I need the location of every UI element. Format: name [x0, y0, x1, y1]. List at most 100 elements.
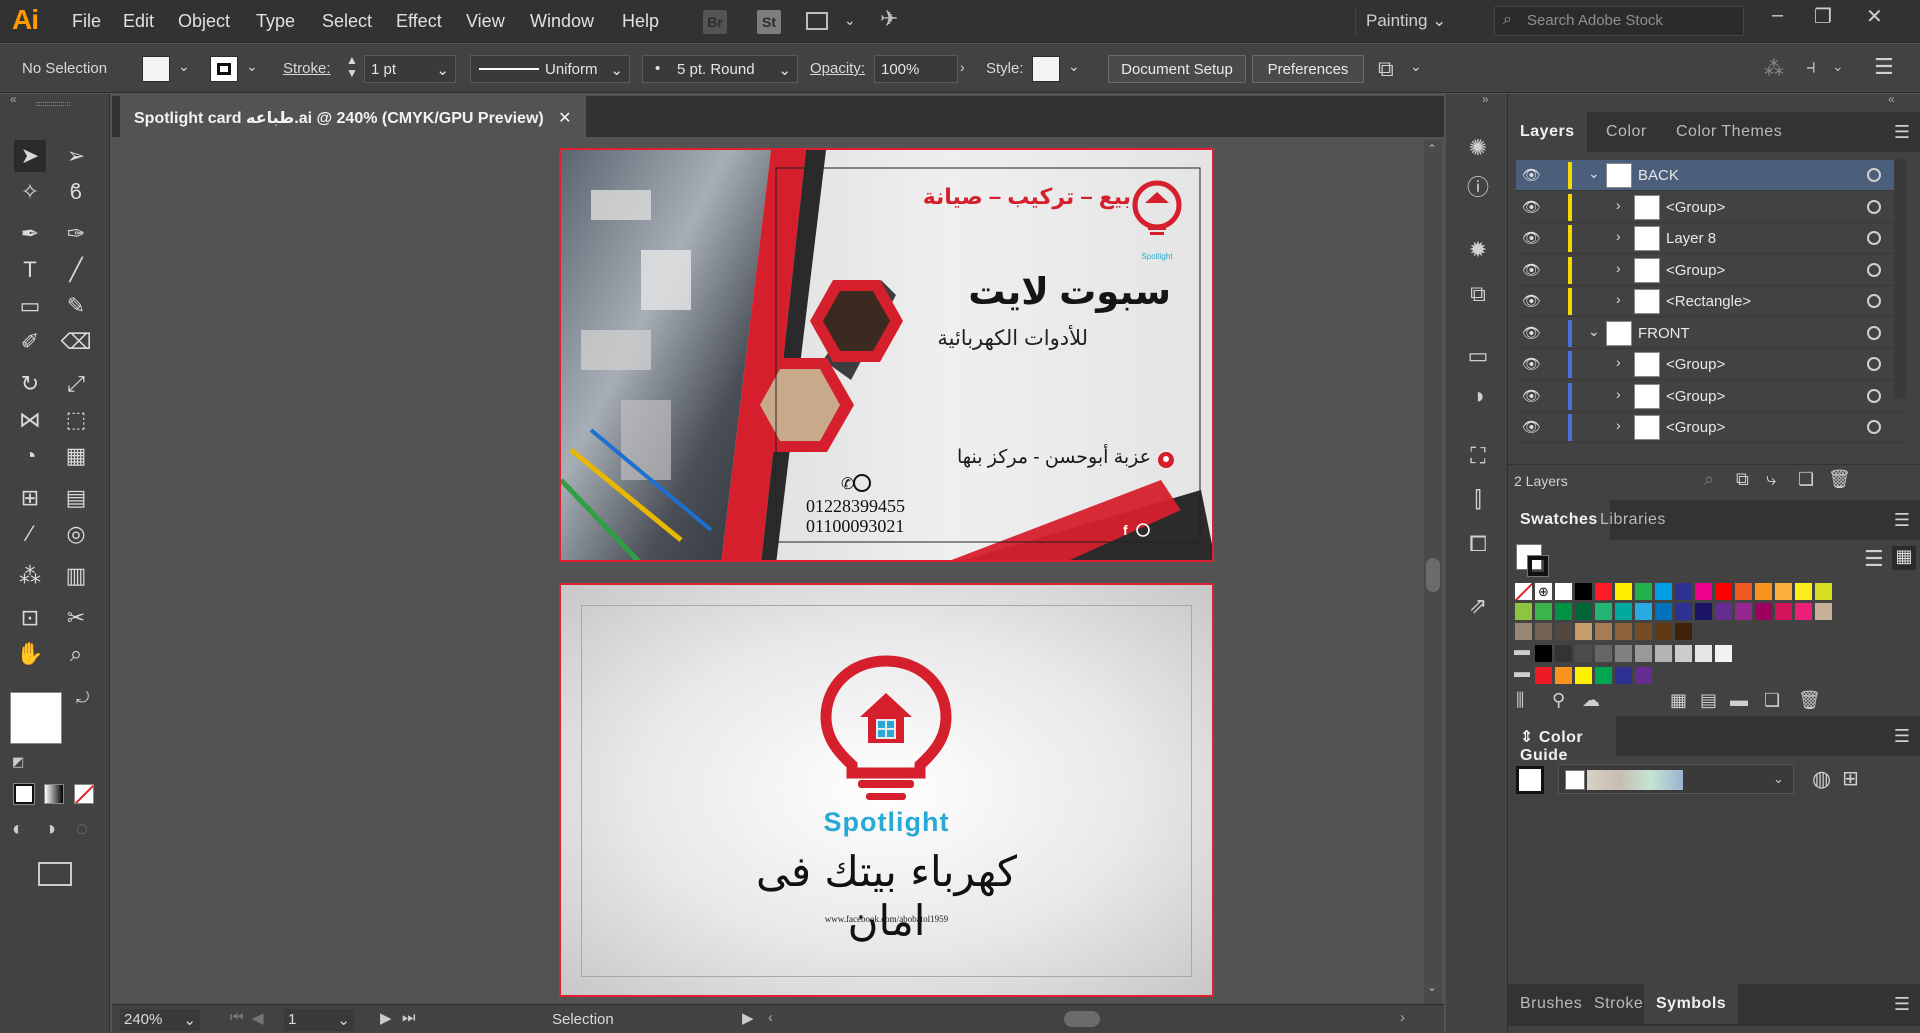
hscroll-thumb[interactable] — [1064, 1011, 1100, 1027]
collapse-panels-icon[interactable]: » — [1482, 92, 1489, 106]
harmony-rules-dropdown[interactable]: ⌄ — [1558, 764, 1794, 794]
delete-layer-icon[interactable]: 🗑 — [1828, 469, 1851, 490]
chevron-down-icon[interactable]: ⌄ — [1588, 165, 1600, 182]
scroll-thumb[interactable] — [1426, 558, 1440, 592]
swatch-libraries-icon[interactable]: ⫼ — [1516, 690, 1524, 711]
color-swatch[interactable] — [1574, 622, 1593, 641]
hand-tool-icon[interactable]: ✋ — [14, 638, 46, 670]
hscroll-left-icon[interactable]: ‹ — [768, 1009, 773, 1026]
list-view-icon[interactable]: ☰ — [1864, 546, 1884, 572]
width-tool-icon[interactable]: ⋈ — [14, 404, 46, 436]
target-circle-icon[interactable] — [1867, 294, 1881, 308]
color-swatch[interactable] — [1814, 582, 1833, 601]
color-swatch[interactable] — [1774, 602, 1793, 621]
opacity-arrow-icon[interactable]: › — [960, 59, 965, 75]
chevron-right-icon[interactable]: › — [1616, 354, 1621, 370]
color-swatch[interactable] — [1774, 582, 1793, 601]
color-swatch[interactable] — [1534, 644, 1553, 663]
color-swatch[interactable] — [1754, 582, 1773, 601]
brushes-icon[interactable]: ✹ — [1464, 236, 1492, 264]
delete-swatch-icon[interactable]: 🗑 — [1798, 690, 1821, 711]
transform-panel-icon[interactable]: ⛶ — [1464, 442, 1492, 470]
symbol-sprayer-tool-icon[interactable]: ⁂ — [14, 560, 46, 592]
color-swatch[interactable] — [1634, 602, 1653, 621]
none-mode-icon[interactable] — [74, 784, 94, 804]
menu-view[interactable]: View — [466, 11, 505, 32]
stroke-label[interactable]: Stroke: — [283, 60, 331, 77]
tab-layers[interactable]: Layers — [1508, 112, 1587, 152]
swap-colors-icon[interactable]: ⤾ — [76, 690, 89, 708]
swatches-menu-icon[interactable]: ☰ — [1894, 510, 1910, 531]
color-swatch[interactable] — [1674, 602, 1693, 621]
color-swatch[interactable] — [1694, 602, 1713, 621]
pathfinder-icon[interactable]: ⧠ — [1464, 530, 1492, 558]
layers-scrollbar[interactable] — [1894, 158, 1906, 398]
color-swatch[interactable] — [1554, 666, 1573, 685]
visibility-eye-icon[interactable]: 👁 — [1522, 261, 1541, 279]
cloud-icon[interactable]: ☁ — [1582, 690, 1600, 711]
close-window-icon[interactable]: ✕ — [1866, 4, 1883, 29]
tab-libraries[interactable]: Libraries — [1588, 500, 1678, 540]
layer-row[interactable]: 👁 › <Group> — [1516, 192, 1906, 223]
bridge-button[interactable]: Br — [703, 10, 727, 34]
layer-row[interactable]: 👁 ⌄ BACK — [1516, 160, 1906, 191]
new-swatch-icon[interactable]: ❏ — [1764, 690, 1780, 711]
transform-chevron-icon[interactable]: ⌄ — [1410, 58, 1422, 75]
column-graph-tool-icon[interactable]: ▥ — [60, 560, 92, 592]
color-swatch[interactable] — [1734, 582, 1753, 601]
mesh-tool-icon[interactable]: ⊞ — [14, 482, 46, 514]
menu-effect[interactable]: Effect — [396, 11, 442, 32]
document-setup-button[interactable]: Document Setup — [1108, 55, 1246, 83]
color-swatch[interactable] — [1614, 622, 1633, 641]
draw-inside-icon[interactable]: ◌ — [76, 818, 88, 841]
target-circle-icon[interactable] — [1867, 199, 1881, 214]
color-swatch[interactable] — [1574, 666, 1593, 685]
menu-select[interactable]: Select — [322, 11, 372, 32]
layer-row[interactable]: 👁 › <Rectangle> — [1516, 286, 1906, 317]
target-circle-icon[interactable] — [1867, 168, 1881, 182]
color-swatch[interactable] — [1574, 644, 1593, 663]
visibility-eye-icon[interactable]: 👁 — [1522, 229, 1541, 247]
color-swatch[interactable] — [1634, 622, 1653, 641]
info-icon[interactable]: ⓘ — [1464, 174, 1492, 202]
magic-wand-tool-icon[interactable]: ✧ — [14, 176, 46, 208]
preferences-button[interactable]: Preferences — [1252, 55, 1364, 83]
stroke-weight-field[interactable]: 1 pt ⌄ — [364, 55, 456, 83]
first-artboard-icon[interactable]: ⏮ — [230, 1009, 244, 1026]
gradient-icon[interactable]: ▭ — [1464, 342, 1492, 370]
visibility-eye-icon[interactable]: 👁 — [1522, 355, 1541, 373]
type-tool-icon[interactable]: T — [14, 254, 46, 286]
chevron-down-icon[interactable]: ⌄ — [1588, 323, 1600, 340]
menu-object[interactable]: Object — [178, 11, 230, 32]
color-swatch[interactable] — [1594, 582, 1613, 601]
minimize-icon[interactable]: – — [1772, 4, 1783, 27]
color-swatch[interactable] — [1574, 602, 1593, 621]
layer-row[interactable]: 👁 ⌄ FRONT — [1516, 318, 1906, 349]
layer-row[interactable]: 👁 › Layer 8 — [1516, 223, 1906, 254]
vertical-scrollbar[interactable]: ⌃ ⌄ — [1424, 140, 1442, 1004]
visibility-eye-icon[interactable]: 👁 — [1522, 166, 1541, 184]
swatch-options-icon[interactable]: ▦ — [1670, 690, 1687, 711]
color-swatch[interactable] — [1514, 622, 1533, 641]
slice-tool-icon[interactable]: ✂ — [60, 602, 92, 634]
menu-help[interactable]: Help — [622, 11, 659, 32]
color-swatch[interactable] — [1534, 622, 1553, 641]
stroke-stepper-icon[interactable]: ▲ ▼ — [346, 54, 358, 80]
grip-icon[interactable] — [36, 102, 70, 106]
workspace-switcher[interactable]: Painting ⌄ — [1355, 8, 1465, 36]
fill-color-box[interactable] — [10, 692, 62, 744]
layer-row[interactable]: 👁 › <Group> — [1516, 255, 1906, 286]
bottom-menu-icon[interactable]: ☰ — [1894, 994, 1910, 1015]
color-mode-icon[interactable] — [13, 783, 35, 805]
color-swatch[interactable] — [1594, 644, 1613, 663]
target-circle-icon[interactable] — [1867, 231, 1881, 245]
white-swatch[interactable] — [1554, 582, 1573, 601]
color-swatch[interactable] — [1654, 602, 1673, 621]
color-swatch[interactable] — [1554, 644, 1573, 663]
paintbrush-tool-icon[interactable]: ✎ — [60, 290, 92, 322]
color-swatch[interactable] — [1634, 644, 1653, 663]
target-circle-icon[interactable] — [1867, 420, 1881, 434]
tab-symbols[interactable]: Symbols — [1644, 984, 1739, 1024]
color-swatch[interactable] — [1594, 622, 1613, 641]
stock-button[interactable]: St — [757, 10, 781, 34]
